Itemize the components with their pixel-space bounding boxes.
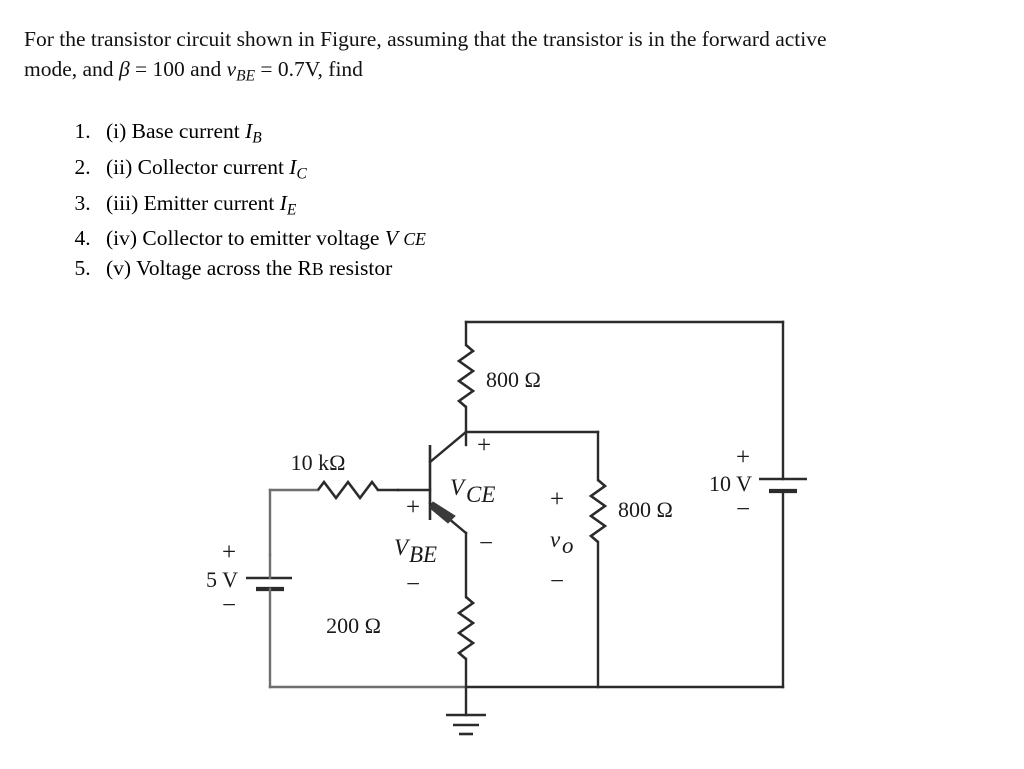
resistor-rb-label: 10 kΩ [291, 450, 346, 475]
vo-plus-sign: + [550, 486, 564, 513]
vbe-minus-sign: − [406, 571, 420, 598]
vbe-symbol: v [226, 57, 237, 81]
circuit-svg: 800 Ω 200 Ω 10 kΩ 5 V + − 800 Ω + v o − … [206, 320, 807, 736]
vo-label: v [550, 527, 561, 552]
resistor-rc-label: 800 Ω [486, 367, 541, 392]
vce-minus-sign: − [479, 530, 493, 557]
resistor-load-label: 800 Ω [618, 497, 673, 522]
question-suffix: resistor [328, 255, 393, 280]
question-text: Voltage across the [136, 255, 293, 280]
source-10v-label: 10 V [709, 471, 752, 496]
source-5v-label: 5 V [206, 567, 238, 592]
source-5v-plus-sign: + [222, 539, 236, 566]
vce-subscript: CE [466, 482, 495, 507]
question-symbol: I [279, 190, 287, 215]
statement-line-2-mid: = 100 and [129, 57, 227, 81]
question-roman: (ii) [106, 154, 133, 179]
source-5v-minus-sign: − [222, 592, 236, 619]
vbe-plus-sign: + [406, 494, 420, 521]
question-text: Base current [131, 119, 240, 143]
resistor-load-zigzag [588, 479, 608, 543]
question-subscript: C [296, 165, 307, 183]
question-symbol: V [384, 226, 398, 251]
vce-plus-sign: + [477, 432, 491, 459]
question-text: Emitter current [143, 190, 275, 215]
question-text: Collector to emitter voltage [142, 226, 380, 251]
resistor-re-zigzag [456, 596, 476, 660]
question-subscript: B [252, 129, 262, 147]
list-item: (v) Voltage across the RB resistor [96, 254, 426, 284]
vo-subscript: o [562, 533, 574, 558]
transistor-emitter-arrow-icon [429, 501, 456, 524]
list-item: (i) Base current IB [96, 117, 426, 153]
vbe-subscript: BE [236, 67, 256, 85]
question-subscript: B [311, 258, 324, 279]
list-item: (iv) Collector to emitter voltage V CE [96, 224, 426, 254]
resistor-rb-zigzag [316, 479, 380, 501]
beta-symbol: β [118, 57, 130, 81]
source-10v-plus-sign: + [736, 444, 750, 471]
statement-line-2-suffix: = 0.7V, find [255, 57, 363, 81]
problem-page: For the transistor circuit shown in Figu… [0, 0, 1024, 769]
statement-line-1: For the transistor circuit shown in Figu… [24, 27, 827, 51]
statement-line-2: mode, and β = 100 and vBE = 0.7V, find [24, 54, 1000, 91]
question-list: (i) Base current IB (ii) Collector curre… [60, 117, 426, 283]
problem-statement: For the transistor circuit shown in Figu… [24, 24, 1000, 91]
question-roman: (iii) [106, 190, 139, 215]
vbe-subscript: BE [409, 542, 437, 567]
resistor-rc-zigzag [456, 344, 476, 408]
question-roman: (i) [106, 119, 127, 143]
vo-minus-sign: − [550, 568, 564, 595]
statement-line-2-prefix: mode, and [24, 57, 119, 81]
question-roman: (iv) [106, 226, 138, 251]
question-subscript: CE [403, 229, 426, 250]
resistor-re-label: 200 Ω [326, 613, 381, 638]
list-item: (ii) Collector current IC [96, 153, 426, 189]
transistor-collector-lead [428, 430, 468, 464]
list-item: (iii) Emitter current IE [96, 189, 426, 225]
question-text: Collector current [137, 154, 284, 179]
circuit-figure: 800 Ω 200 Ω 10 kΩ 5 V + − 800 Ω + v o − … [0, 295, 1024, 769]
question-symbol: R [297, 255, 312, 280]
question-subscript: E [286, 200, 297, 218]
source-10v-minus-sign: − [736, 496, 750, 523]
vce-label: V [450, 475, 467, 500]
question-roman: (v) [106, 255, 132, 280]
